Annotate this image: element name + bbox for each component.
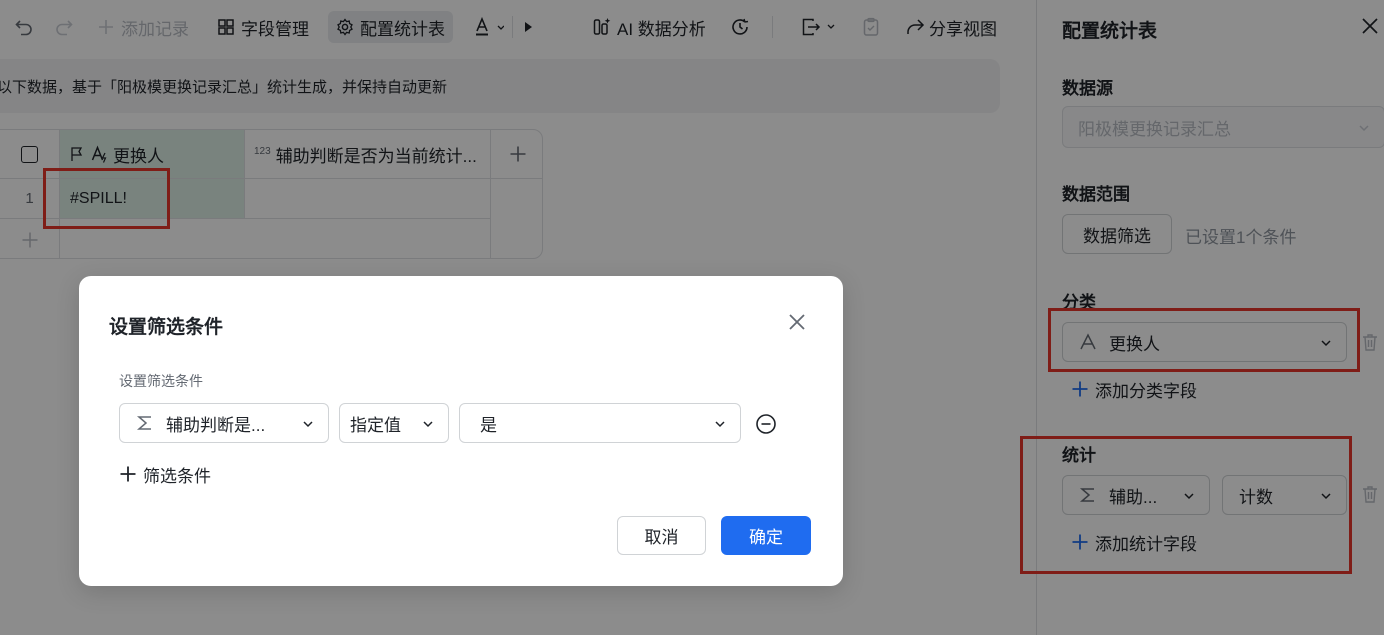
- filter-dialog: 设置筛选条件 设置筛选条件 辅助判断是... 指定值 是 筛选条件 取消 确定: [79, 276, 843, 586]
- filter-operator-value: 指定值: [350, 415, 401, 435]
- add-condition-label: 筛选条件: [143, 466, 211, 486]
- plus-icon: [120, 466, 136, 482]
- filter-value-select[interactable]: 是: [459, 403, 741, 443]
- chevron-down-icon: [423, 421, 433, 428]
- sigma-icon: [136, 416, 151, 430]
- confirm-button[interactable]: 确定: [721, 516, 811, 555]
- filter-operator-select[interactable]: 指定值: [339, 403, 449, 443]
- dialog-title: 设置筛选条件: [109, 317, 224, 338]
- add-filter-condition-button[interactable]: 筛选条件: [119, 461, 211, 487]
- close-icon[interactable]: [786, 311, 808, 333]
- dialog-subtitle: 设置筛选条件: [119, 373, 203, 389]
- filter-value: 是: [480, 415, 497, 435]
- chevron-down-icon: [303, 421, 313, 428]
- filter-field-value: 辅助判断是...: [166, 415, 266, 435]
- remove-condition-icon[interactable]: [755, 413, 777, 435]
- chevron-down-icon: [715, 421, 725, 428]
- filter-field-select[interactable]: 辅助判断是...: [119, 403, 329, 443]
- cancel-button[interactable]: 取消: [617, 516, 706, 555]
